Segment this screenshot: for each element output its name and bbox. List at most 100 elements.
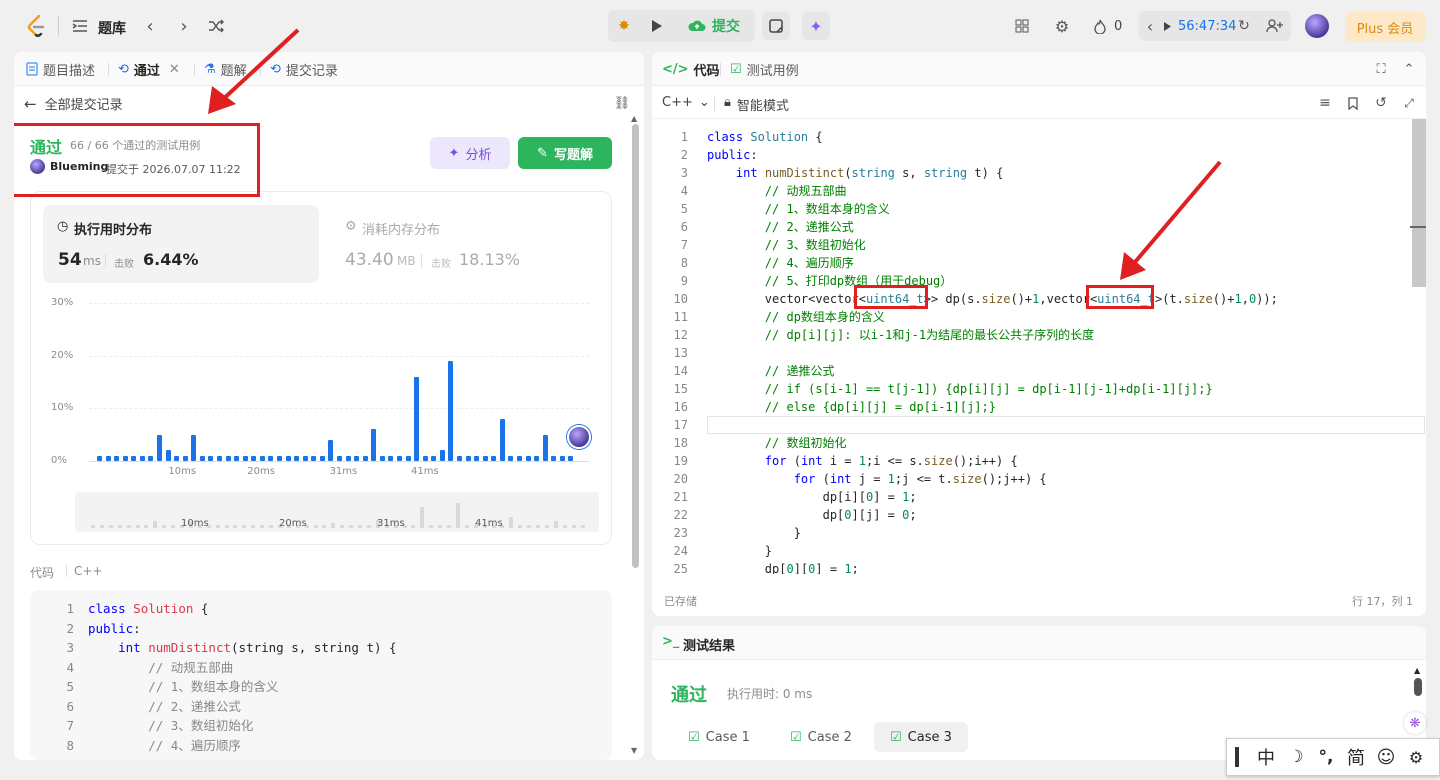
case-tab-2[interactable]: ☑ Case 2 [782,723,860,751]
chart-bar[interactable] [174,455,180,461]
chart-bar[interactable] [508,455,514,461]
chart-bar[interactable] [114,455,120,461]
chart-bar[interactable] [525,455,531,461]
chart-bar[interactable] [405,455,411,461]
ime-simplified[interactable]: 简 [1341,744,1371,770]
code-editor[interactable]: 1 class Solution {2 public: 3 int numDistin… [652,118,1426,574]
run-button[interactable] [645,14,669,38]
tab-description[interactable]: 题目描述 [26,52,95,86]
language-select[interactable]: C++ ⌄ [662,95,710,110]
chart-bar[interactable] [362,455,368,461]
chart-bar[interactable] [259,455,265,461]
ime-emoji-icon[interactable]: ☺ [1371,747,1401,768]
chart-bar[interactable] [388,455,394,461]
reset-icon[interactable]: ↺ [1372,94,1390,112]
settings-icon[interactable]: ⚙ [1052,16,1072,36]
chart-bar[interactable] [242,455,248,461]
back-to-submissions[interactable]: ← 全部提交记录 [24,94,123,114]
fire-icon[interactable] [1092,16,1108,36]
chart-bar[interactable] [379,455,385,461]
submit-button[interactable]: 提交 [678,12,750,40]
chart-bar[interactable] [439,450,445,461]
plus-member-button[interactable]: Plus 会员 [1345,12,1425,42]
chart-bar[interactable] [234,455,240,461]
ime-mode-chinese[interactable]: 中 [1251,744,1281,770]
case-tab-3[interactable]: ☑ Case 3 [874,722,968,752]
chart-bar[interactable] [217,455,222,461]
smart-mode[interactable]: 🔒︎ 智能模式 [724,95,789,114]
link-icon[interactable]: ⛓ [612,94,632,112]
analyze-button[interactable]: ✦ 分析 [430,137,510,169]
chart-bar[interactable] [337,455,342,461]
bookmark-icon[interactable] [1344,94,1362,112]
prev-icon[interactable]: ‹ [140,16,160,37]
chart-bar[interactable] [122,455,128,461]
ime-moon-icon[interactable]: ☽ [1281,747,1311,767]
chart-range-slider[interactable]: 10ms 20ms 31ms 41ms [75,492,599,532]
problem-bank-link[interactable]: 题库 [98,18,126,38]
chart-bar[interactable] [285,455,291,461]
tab-code[interactable]: </> 代码 [662,52,720,86]
ai-sparkle-button[interactable]: ✦ [802,12,830,40]
chart-bar[interactable] [465,455,471,461]
chart-bar[interactable] [345,455,351,461]
result-scrollbar[interactable] [1414,678,1422,696]
format-icon[interactable]: ≡ [1316,94,1334,112]
chart-bar[interactable] [311,455,317,461]
list-icon[interactable] [70,16,90,36]
timer-play-icon[interactable] [1160,17,1174,35]
chart-bar[interactable] [457,455,462,461]
chart-bar[interactable] [517,455,522,461]
chart-bar[interactable] [397,455,402,461]
chart-bar[interactable] [97,455,102,461]
chart-bar[interactable] [208,455,214,461]
chart-bar[interactable] [139,455,145,461]
ai-brain-icon[interactable]: ❋ [1404,712,1426,734]
case-tab-1[interactable]: ☑ Case 1 [680,723,758,751]
chart-bar[interactable] [448,360,454,461]
chart-bar[interactable] [354,455,360,461]
collapse-icon[interactable]: ⌃ [1400,60,1418,78]
avatar[interactable] [1305,14,1329,38]
debug-icon[interactable]: ✸ [612,14,636,38]
chart-bar[interactable] [277,455,282,461]
chart-bar[interactable] [148,455,154,461]
chart-bar[interactable] [225,455,231,461]
memory-tab[interactable]: ⚙ 消耗内存分布 43.40 MB 击败 18.13% [331,205,601,283]
chart-bar[interactable] [422,455,428,461]
chart-bar[interactable] [319,455,325,461]
chart-bar[interactable] [165,450,171,461]
chart-bar[interactable] [182,455,188,461]
chart-bar[interactable] [474,455,480,461]
chart-bar[interactable] [251,455,257,461]
expand-icon[interactable]: ⤢ [1400,94,1418,112]
tab-testcases[interactable]: ☑ 测试用例 [730,52,799,86]
next-icon[interactable]: › [174,16,194,37]
note-button[interactable] [762,12,790,40]
write-solution-button[interactable]: ✎ 写题解 [518,137,612,169]
tab-accepted[interactable]: ⟲ 通过 ✕ [118,52,180,86]
chart-bar[interactable] [542,434,548,461]
chart-bar[interactable] [131,455,137,461]
fullscreen-icon[interactable]: ⛶ [1372,60,1390,78]
layout-icon[interactable] [1012,16,1032,36]
chart-bar[interactable] [551,455,557,461]
chart-bar[interactable] [105,455,111,461]
timer-reset-icon[interactable]: ↻ [1236,17,1252,35]
chart-bar[interactable] [157,434,162,461]
chart-bar[interactable] [568,455,574,461]
timer-collapse-icon[interactable]: ‹ [1143,15,1157,37]
chart-bar[interactable] [302,455,308,461]
chart-bar[interactable] [431,455,437,461]
chart-bar[interactable] [268,455,274,461]
chart-bar[interactable] [371,429,377,461]
logo-icon[interactable] [24,14,48,38]
chart-bar[interactable] [199,455,205,461]
chart-bar[interactable] [482,455,488,461]
chart-bar[interactable] [414,376,420,461]
chart-bar[interactable] [499,418,505,461]
chart-bar[interactable] [328,439,334,461]
close-tab-icon[interactable]: ✕ [169,62,180,77]
chart-bar[interactable] [191,434,197,461]
chart-bar[interactable] [559,455,565,461]
